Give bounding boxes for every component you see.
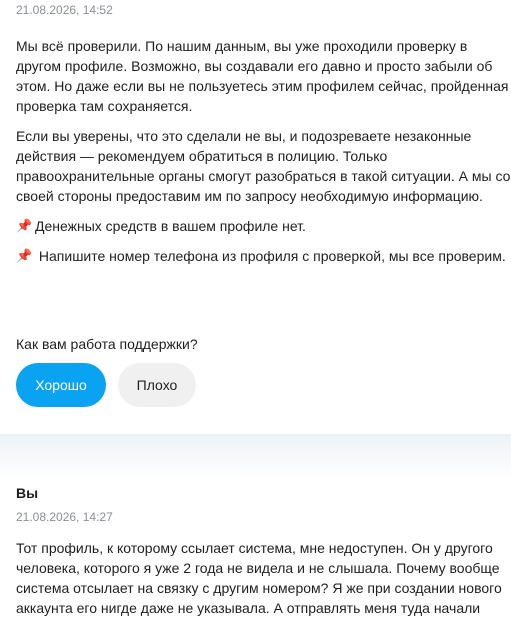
pin-line-2-text: Напишите номер телефона из профиля с про… (35, 248, 506, 264)
pin-line-1: 📌 Денежных средств в вашем профиле нет. (16, 216, 511, 236)
pin-line-2: 📌 Напишите номер телефона из профиля с п… (16, 246, 511, 266)
feedback-bad-button[interactable]: Плохо (118, 363, 196, 407)
feedback-good-button[interactable]: Хорошо (16, 363, 106, 407)
pushpin-icon: 📌 (16, 218, 33, 233)
pushpin-icon: 📌 (16, 248, 33, 263)
feedback-question: Как вам работа поддержки? (16, 336, 198, 352)
support-message-timestamp: 21.08.2026, 14:52 (16, 3, 113, 17)
user-message-timestamp: 21.08.2026, 14:27 (16, 510, 113, 524)
pin-line-1-text: Денежных средств в вашем профиле нет. (35, 218, 306, 234)
support-message-body: Мы всё проверили. По нашим данным, вы уж… (16, 36, 511, 266)
user-message-text: Тот профиль, к которому ссылает система,… (16, 540, 502, 616)
support-paragraph-2: Если вы уверены, что это сделали не вы, … (16, 128, 511, 204)
user-message-sender: Вы (16, 485, 39, 501)
message-divider (0, 434, 511, 480)
support-paragraph-1: Мы всё проверили. По нашим данным, вы уж… (16, 38, 509, 114)
